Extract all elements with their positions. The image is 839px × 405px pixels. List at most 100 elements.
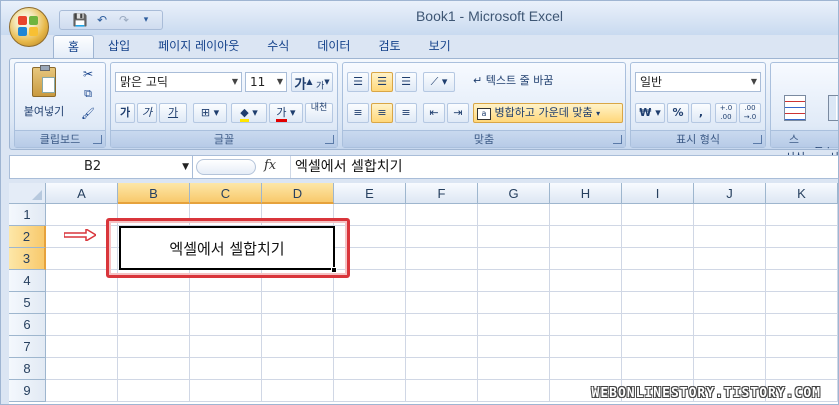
merged-cell-b2-d3[interactable]: 엑셀에서 셀합치기 xyxy=(119,226,335,270)
tab-page-layout[interactable]: 페이지 레이아웃 xyxy=(144,35,253,59)
format-as-table-button[interactable]: 표 서식 xyxy=(819,67,838,164)
percent-button[interactable]: % xyxy=(667,103,689,123)
tab-home[interactable]: 홈 xyxy=(53,35,95,59)
font-size-select[interactable]: 11 ▼ xyxy=(245,72,287,92)
select-all-corner[interactable] xyxy=(9,183,46,204)
clipboard-launcher-icon[interactable] xyxy=(93,135,102,144)
orientation-button[interactable]: ⟋ ▾ xyxy=(423,72,455,92)
phonetic-button[interactable]: 내천 xyxy=(305,103,333,123)
column-header-i[interactable]: I xyxy=(622,183,694,204)
row-header-1[interactable]: 1 xyxy=(9,204,46,226)
ribbon: 붙여넣기 ✂ ⧉ 🖌 클립보드 맑은 고딕 ▼ 11 ▼ 가▲ 가▼ 가 가 가 xyxy=(9,58,838,164)
redo-icon[interactable]: ↷ xyxy=(116,12,132,28)
undo-icon[interactable]: ↶ xyxy=(94,12,110,28)
cut-icon[interactable]: ✂ xyxy=(79,67,97,85)
column-header-c[interactable]: C xyxy=(190,183,262,204)
row-header-5[interactable]: 5 xyxy=(9,292,46,314)
chevron-down-icon: ▼ xyxy=(750,77,757,86)
formula-input[interactable]: 엑셀에서 셀합치기 xyxy=(290,156,403,178)
tab-formulas[interactable]: 수식 xyxy=(253,35,303,59)
merge-center-label: 병합하고 가운데 맞춤 xyxy=(494,106,593,119)
increase-decimal-button[interactable]: +.0 .00 xyxy=(715,103,737,123)
align-left-button[interactable]: ≡ xyxy=(347,103,369,123)
align-bottom-button[interactable]: ☰ xyxy=(395,72,417,92)
font-color-button[interactable]: 가 ▾ xyxy=(269,103,303,123)
alignment-launcher-icon[interactable] xyxy=(613,135,622,144)
font-name-select[interactable]: 맑은 고딕 ▼ xyxy=(115,72,242,92)
worksheet-grid[interactable]: A B C D E F G H I J K 1 2 3 4 5 6 7 8 9 엑셀에서 셀합치기 xyxy=(9,183,838,404)
insert-function-icon[interactable]: fx xyxy=(264,158,276,173)
italic-button[interactable]: 가 xyxy=(137,103,157,123)
align-right-button[interactable]: ≡ xyxy=(395,103,417,123)
bold-button[interactable]: 가 xyxy=(115,103,135,123)
column-gridline xyxy=(549,204,550,402)
column-gridline xyxy=(405,204,406,402)
row-header-3[interactable]: 3 xyxy=(9,248,46,270)
column-header-k[interactable]: K xyxy=(766,183,838,204)
column-header-j[interactable]: J xyxy=(694,183,766,204)
name-box[interactable]: B2 ▼ xyxy=(10,156,193,178)
merge-center-icon: a xyxy=(477,108,491,120)
font-grow-shrink-button[interactable]: 가▲ 가▼ xyxy=(291,72,333,93)
tab-data[interactable]: 데이터 xyxy=(303,35,364,59)
tab-review[interactable]: 검토 xyxy=(364,35,414,59)
fill-color-button[interactable]: ◆ ▾ xyxy=(231,103,267,123)
row-header-8[interactable]: 8 xyxy=(9,358,46,380)
align-left-icon: ≡ xyxy=(353,106,363,119)
comma-button[interactable]: , xyxy=(691,103,711,123)
decrease-decimal-button[interactable]: .00 →.0 xyxy=(739,103,761,123)
save-icon[interactable]: 💾 xyxy=(72,12,88,28)
align-middle-icon: ☰ xyxy=(377,75,387,88)
number-group: 일반 ▼ ₩ ▾ % , +.0 .00 .00 →.0 표시 형식 xyxy=(630,62,766,148)
wrap-text-button[interactable]: ↵ 텍스트 줄 바꿈 xyxy=(473,72,613,92)
fill-handle[interactable] xyxy=(331,267,337,273)
number-format-select[interactable]: 일반 ▼ xyxy=(635,72,761,92)
column-header-f[interactable]: F xyxy=(406,183,478,204)
paste-button[interactable]: 붙여넣기 xyxy=(19,65,69,125)
tab-insert[interactable]: 삽입 xyxy=(94,35,144,59)
column-header-d[interactable]: D xyxy=(262,183,334,204)
row-header-2[interactable]: 2 xyxy=(9,226,46,248)
alignment-group: ☰ ☰ ☰ ⟋ ▾ ≡ ≡ ≡ ⇤ ⇥ ↵ 텍스트 줄 바꿈 a 병합하고 가운… xyxy=(342,62,626,148)
currency-label: ₩ xyxy=(639,106,652,119)
column-header-a[interactable]: A xyxy=(46,183,118,204)
currency-button[interactable]: ₩ ▾ xyxy=(635,103,665,123)
align-top-button[interactable]: ☰ xyxy=(347,72,369,92)
formula-bar-resize-handle[interactable] xyxy=(196,159,256,175)
chevron-down-icon: ▾ xyxy=(596,109,601,118)
column-gridline xyxy=(837,204,838,402)
column-gridline xyxy=(693,204,694,402)
column-header-b[interactable]: B xyxy=(118,183,190,204)
borders-button[interactable]: ⊞ ▾ xyxy=(193,103,227,123)
paste-icon xyxy=(32,65,56,97)
align-top-icon: ☰ xyxy=(353,75,363,88)
office-logo-icon xyxy=(18,16,40,38)
column-header-h[interactable]: H xyxy=(550,183,622,204)
align-middle-button[interactable]: ☰ xyxy=(371,72,393,92)
excel-window: Book1 - Microsoft Excel 💾 ↶ ↷ ▾ 홈 삽입 페이지… xyxy=(0,0,839,405)
conditional-format-button[interactable]: 조건부 서식 xyxy=(775,67,833,164)
increase-indent-button[interactable]: ⇥ xyxy=(447,103,469,123)
row-header-7[interactable]: 7 xyxy=(9,336,46,358)
column-header-g[interactable]: G xyxy=(478,183,550,204)
orientation-icon: ⟋ ▾ xyxy=(430,75,448,88)
row-header-6[interactable]: 6 xyxy=(9,314,46,336)
row-gridline xyxy=(46,335,838,336)
align-center-button[interactable]: ≡ xyxy=(371,103,393,123)
underline-button[interactable]: 가 xyxy=(159,103,187,123)
decrease-indent-button[interactable]: ⇤ xyxy=(423,103,445,123)
format-as-table-icon xyxy=(828,95,838,121)
office-button[interactable] xyxy=(9,7,49,47)
customize-icon[interactable]: ▾ xyxy=(138,12,154,28)
number-group-label: 표시 형식 xyxy=(631,130,765,147)
format-painter-icon[interactable]: 🖌 xyxy=(79,107,97,125)
column-header-e[interactable]: E xyxy=(334,183,406,204)
copy-icon[interactable]: ⧉ xyxy=(79,87,97,105)
number-launcher-icon[interactable] xyxy=(753,135,762,144)
font-launcher-icon[interactable] xyxy=(325,135,334,144)
column-gridline xyxy=(765,204,766,402)
row-header-4[interactable]: 4 xyxy=(9,270,46,292)
tab-view[interactable]: 보기 xyxy=(415,35,465,59)
row-header-9[interactable]: 9 xyxy=(9,380,46,402)
merge-center-button[interactable]: a 병합하고 가운데 맞춤 ▾ xyxy=(473,103,623,123)
